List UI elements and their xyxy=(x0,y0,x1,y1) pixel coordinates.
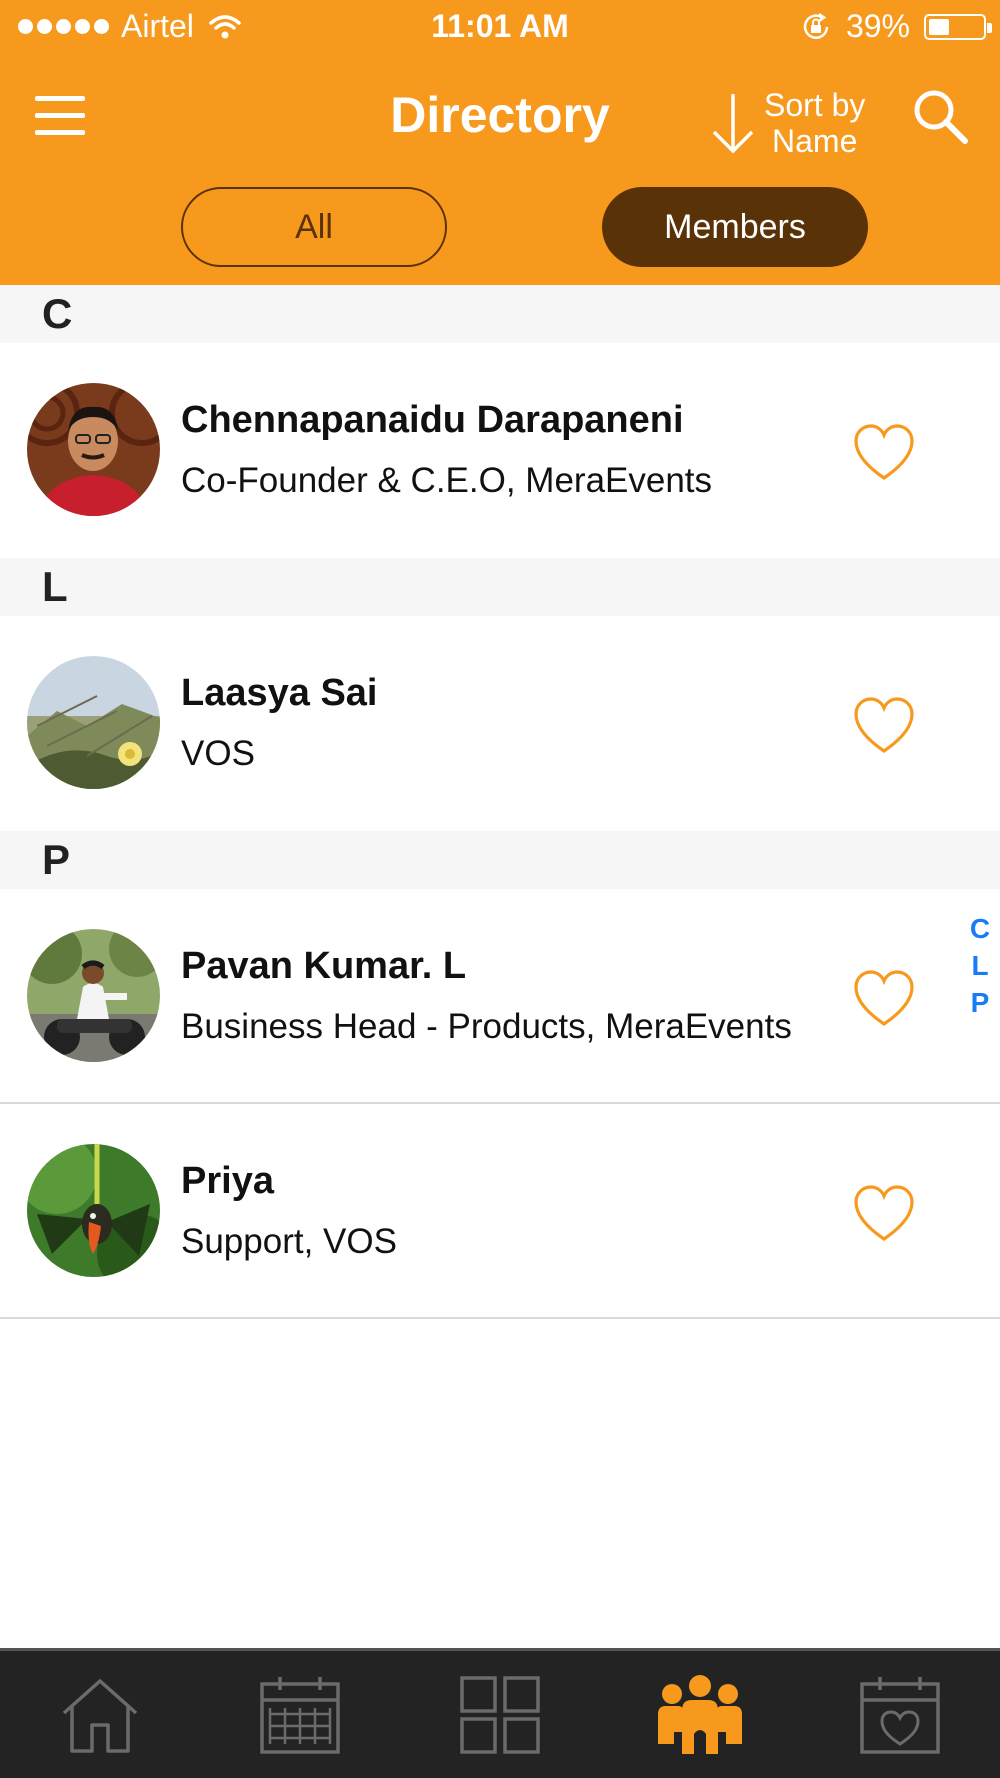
favorite-button[interactable] xyxy=(852,696,916,756)
calendar-icon xyxy=(260,1676,340,1754)
sort-arrow-down-icon xyxy=(712,94,754,154)
battery-icon xyxy=(924,13,992,40)
heart-outline-icon xyxy=(854,1185,914,1241)
sort-label-line1: Sort by xyxy=(764,87,866,123)
member-role: Support, VOS xyxy=(181,1222,397,1261)
heart-outline-icon xyxy=(854,697,914,753)
grid-icon xyxy=(460,1675,540,1754)
favorite-button[interactable] xyxy=(852,1184,916,1244)
favorite-button[interactable] xyxy=(852,969,916,1029)
section-header-c: C xyxy=(0,285,1000,343)
sort-label: Sort by Name xyxy=(764,87,865,159)
member-role: VOS xyxy=(181,734,255,773)
avatar xyxy=(27,1144,160,1277)
index-letter-c[interactable]: C xyxy=(970,910,990,947)
member-name: Laasya Sai xyxy=(181,672,378,714)
tab-directory[interactable] xyxy=(600,1651,800,1778)
member-name: Priya xyxy=(181,1160,274,1202)
list-item[interactable]: Chennapanaidu Darapaneni Co-Founder & C.… xyxy=(0,343,1000,558)
list-item[interactable]: Pavan Kumar. L Business Head - Products,… xyxy=(0,889,1000,1104)
search-icon xyxy=(914,90,968,144)
index-letter-p[interactable]: P xyxy=(971,984,990,1021)
member-role: Co-Founder & C.E.O, MeraEvents xyxy=(181,461,713,500)
nav-bar: Directory Sort by Name xyxy=(0,60,1000,170)
status-right: 39% xyxy=(800,8,992,45)
tab-home[interactable] xyxy=(0,1651,200,1778)
list-item[interactable]: Priya Support, VOS xyxy=(0,1104,1000,1319)
home-icon xyxy=(62,1678,138,1753)
avatar xyxy=(27,929,160,1062)
avatar xyxy=(27,383,160,516)
status-bar: Airtel 11:01 AM 39% xyxy=(0,0,1000,56)
directory-list[interactable]: C Chennapanaidu Darapaneni Co-Founder & … xyxy=(0,285,1000,1319)
list-item[interactable]: Laasya Sai VOS xyxy=(0,616,1000,831)
index-letter-l[interactable]: L xyxy=(971,947,988,984)
tab-bar xyxy=(0,1648,1000,1778)
battery-level xyxy=(929,18,949,35)
calendar-heart-icon xyxy=(860,1676,940,1754)
member-name: Pavan Kumar. L xyxy=(181,945,467,987)
header: Airtel 11:01 AM 39% Directory Sort by Na… xyxy=(0,0,1000,285)
rotation-lock-icon xyxy=(803,12,829,39)
sort-label-line2: Name xyxy=(772,123,858,159)
avatar xyxy=(27,656,160,789)
sort-by-name-button[interactable]: Sort by Name xyxy=(708,78,898,168)
heart-outline-icon xyxy=(854,424,914,480)
favorite-button[interactable] xyxy=(852,423,916,483)
people-icon xyxy=(658,1674,742,1754)
filter-members-button[interactable]: Members xyxy=(602,187,868,267)
search-button[interactable] xyxy=(910,86,972,148)
member-name: Chennapanaidu Darapaneni xyxy=(181,399,684,441)
section-header-l: L xyxy=(0,558,1000,616)
filter-all-button[interactable]: All xyxy=(181,187,447,267)
section-index[interactable]: C L P xyxy=(962,910,998,1021)
section-header-p: P xyxy=(0,831,1000,889)
heart-outline-icon xyxy=(854,970,914,1026)
battery-percentage: 39% xyxy=(845,8,910,44)
tab-favorites[interactable] xyxy=(800,1651,1000,1778)
tab-grid[interactable] xyxy=(400,1651,600,1778)
member-role: Business Head - Products, MeraEvents xyxy=(181,1007,792,1046)
tab-calendar[interactable] xyxy=(200,1651,400,1778)
